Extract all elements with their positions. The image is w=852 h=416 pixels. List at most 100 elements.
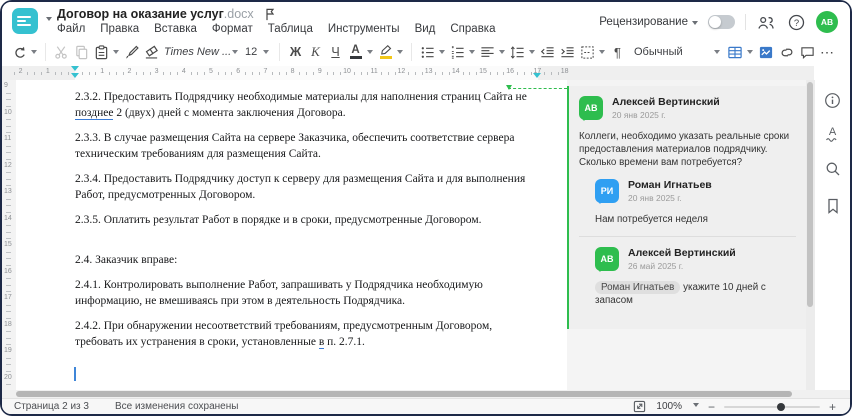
- left-indent-marker[interactable]: [70, 73, 79, 80]
- menu-item[interactable]: Инструменты: [328, 23, 400, 35]
- increase-indent-button[interactable]: [558, 41, 577, 63]
- italic-button[interactable]: К: [306, 41, 325, 63]
- paragraph-text: 2.3.5. Оплатить результат Работ в порядк…: [75, 214, 482, 226]
- ruler-tick: [61, 72, 63, 75]
- doc-paragraph: 2.3.4. Предоставить Подрядчику доступ к …: [75, 172, 540, 203]
- doc-paragraph: 2.3.3. В случае размещения Сайта на серв…: [75, 131, 540, 162]
- ruler-tick: [306, 72, 308, 75]
- collaboration-users-icon[interactable]: [756, 12, 776, 32]
- comment-thread-card[interactable]: АВ Алексей Вертинский 20 янв 2025 г. Коллег…: [567, 86, 806, 329]
- review-toggle[interactable]: [708, 15, 735, 29]
- info-icon[interactable]: [823, 90, 843, 110]
- ruler-tick: [381, 72, 382, 75]
- app-menu-caret-icon[interactable]: [46, 17, 52, 24]
- numbered-list-button[interactable]: [448, 41, 467, 63]
- comment-meta: Алексей Вертинский 20 янв 2025 г.: [612, 96, 720, 120]
- table-caret-icon[interactable]: [747, 50, 753, 57]
- comment-item[interactable]: РИ Роман Игнатьев 20 янв 2025 г.: [595, 179, 796, 204]
- search-icon[interactable]: [823, 159, 843, 179]
- highlight-caret-icon[interactable]: [397, 50, 403, 57]
- undo-caret-icon[interactable]: [31, 50, 37, 57]
- paste-caret-icon[interactable]: [113, 50, 119, 57]
- paragraph-text: 2.4.1. Контролировать выполнение Работ, …: [75, 279, 483, 307]
- ruler-tick: [496, 72, 498, 75]
- ruler-tick: [469, 72, 471, 75]
- highlight-color-button[interactable]: [376, 41, 395, 63]
- document-page[interactable]: 2.3.2. Предоставить Подрядчику необходим…: [16, 80, 567, 390]
- zoom-value[interactable]: 100%: [656, 401, 682, 412]
- line-spacing-caret-icon[interactable]: [529, 50, 535, 57]
- font-color-button[interactable]: А: [346, 41, 365, 63]
- right-indent-marker[interactable]: [532, 73, 541, 80]
- fit-page-icon[interactable]: [629, 397, 649, 415]
- cut-button[interactable]: [52, 41, 71, 63]
- insert-image-button[interactable]: [756, 41, 776, 63]
- zoom-in-button[interactable]: +: [827, 400, 838, 414]
- font-color-caret-icon[interactable]: [367, 50, 373, 57]
- paragraph-borders-button[interactable]: [578, 41, 597, 63]
- right-sidebar-rail: А: [814, 80, 850, 390]
- format-painter-button[interactable]: [122, 41, 141, 63]
- font-size-select[interactable]: 12: [243, 41, 273, 63]
- more-tools-button[interactable]: ⋯: [818, 41, 837, 63]
- comment-item[interactable]: АВ Алексей Вертинский 26 май 2025 г.: [595, 247, 796, 272]
- menu-item[interactable]: Формат: [212, 23, 253, 35]
- help-icon[interactable]: ?: [786, 12, 806, 32]
- bullet-list-caret-icon[interactable]: [439, 50, 445, 57]
- menu-item[interactable]: Справка: [450, 23, 495, 35]
- ruler-number: 12: [4, 161, 12, 169]
- bookmark-icon[interactable]: [823, 196, 843, 216]
- comment-button[interactable]: [798, 41, 817, 63]
- review-mode-dropdown[interactable]: Рецензирование: [599, 16, 698, 28]
- zoom-slider-handle[interactable]: [776, 402, 785, 411]
- numbered-list-caret-icon[interactable]: [469, 50, 475, 57]
- doc-paragraph: 2.4.1. Контролировать выполнение Работ, …: [75, 278, 540, 309]
- insert-table-button[interactable]: [725, 41, 745, 63]
- menu-item[interactable]: Вставка: [154, 23, 197, 35]
- zoom-out-button[interactable]: −: [706, 400, 717, 414]
- font-family-value: Times New ...: [164, 46, 231, 58]
- align-left-button[interactable]: [478, 41, 497, 63]
- comment-item[interactable]: АВ Алексей Вертинский 20 янв 2025 г.: [579, 96, 796, 121]
- menu-item[interactable]: Файл: [57, 23, 85, 35]
- page-indicator[interactable]: Страница 2 из 3: [14, 401, 89, 412]
- borders-caret-icon[interactable]: [599, 50, 605, 57]
- comments-scrollbar[interactable]: [806, 80, 814, 390]
- flag-icon[interactable]: [264, 8, 276, 21]
- ruler-tick: [170, 72, 172, 75]
- underline-button[interactable]: Ч: [326, 41, 345, 63]
- menu-item[interactable]: Таблица: [268, 23, 313, 35]
- scrollbar-thumb[interactable]: [807, 82, 813, 307]
- paragraph-style-select[interactable]: Обычный: [632, 41, 724, 63]
- ruler-tick: [6, 145, 11, 147]
- bullet-list-button[interactable]: [418, 41, 437, 63]
- comment-date: 26 май 2025 г.: [628, 261, 684, 271]
- zoom-slider[interactable]: [723, 402, 820, 411]
- copy-button[interactable]: [72, 41, 91, 63]
- ruler-tick: [6, 92, 11, 94]
- svg-text:?: ?: [793, 18, 798, 29]
- menu-item[interactable]: Правка: [100, 23, 139, 35]
- paragraph-text: п. 2.7.1.: [324, 335, 365, 348]
- menu-item[interactable]: Вид: [415, 23, 436, 35]
- mention-chip[interactable]: Роман Игнатьев: [595, 281, 681, 294]
- font-family-select[interactable]: Times New ...: [162, 41, 242, 63]
- line-spacing-button[interactable]: [508, 41, 527, 63]
- align-caret-icon[interactable]: [499, 50, 505, 57]
- ruler-tick: [551, 72, 552, 75]
- decrease-indent-button[interactable]: [538, 41, 557, 63]
- clear-style-eraser-button[interactable]: [142, 41, 161, 63]
- zoom-caret-icon[interactable]: [692, 403, 699, 410]
- menu-bar: Файл Правка Вставка Формат Таблица Инструмент…: [57, 23, 496, 35]
- spellcheck-icon[interactable]: А: [826, 127, 839, 142]
- paragraph-text: 2.3.2. Предоставить Подрядчику необходим…: [75, 91, 527, 103]
- user-avatar[interactable]: АВ: [816, 11, 838, 33]
- bold-button[interactable]: Ж: [286, 41, 305, 63]
- show-formatting-marks-button[interactable]: ¶: [608, 41, 627, 63]
- comment-text: Нам потребуется неделя: [595, 214, 708, 225]
- undo-button[interactable]: [10, 41, 29, 63]
- paste-button[interactable]: [92, 41, 111, 63]
- app-logo-icon[interactable]: [12, 8, 38, 34]
- insert-link-button[interactable]: [777, 41, 797, 63]
- editing-area: 9 10 11 12 13 14 15 16 17 18 19 20 2.3.2. Предостав…: [2, 80, 850, 399]
